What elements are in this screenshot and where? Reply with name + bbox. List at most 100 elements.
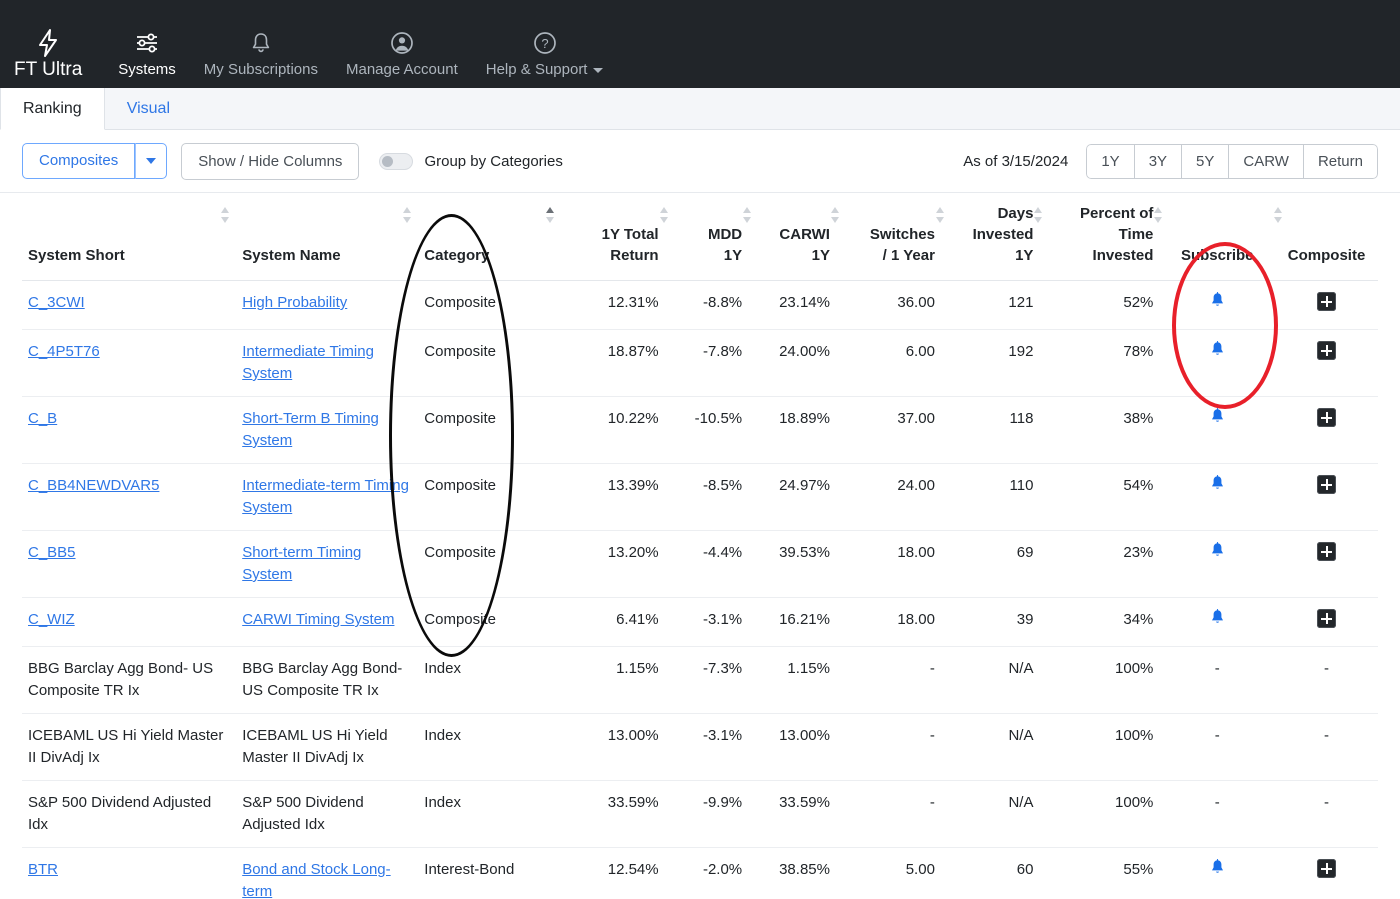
composites-button[interactable]: Composites [22,143,136,179]
cell-system-short[interactable]: C_4P5T76 [22,329,237,397]
cell-days-invested: 60 [1016,861,1034,878]
subscribe-bell-icon[interactable] [1210,408,1225,428]
cell-composite[interactable] [1275,848,1378,899]
cell-composite[interactable] [1275,530,1378,598]
cell-mdd-1y: -3.1% [664,597,749,647]
cell-system-name-link[interactable]: Short-term Timing System [242,544,361,583]
nav-item-manage-account[interactable]: Manage Account [332,6,472,80]
brand-logo[interactable]: FT Ultra [0,6,104,80]
add-to-composite-button[interactable] [1317,859,1337,878]
add-to-composite-button[interactable] [1317,341,1337,360]
group-by-categories-toggle[interactable] [379,152,414,170]
cell-category: Index [418,646,553,714]
cell-switches: 18.00 [835,530,941,598]
cell-system-name[interactable]: CARWI Timing System [236,597,419,647]
cell-subscribe[interactable] [1159,280,1276,330]
cell-system-name-link[interactable]: Intermediate-term Timing System [242,477,409,516]
cell-system-short[interactable]: C_3CWI [22,280,237,330]
cell-system-short[interactable]: BTR [22,848,236,899]
cell-system-name-link[interactable]: CARWI Timing System [242,611,394,628]
cell-system-name[interactable]: Bond and Stock Long-term [236,848,418,899]
period-button-carw[interactable]: CARW [1228,143,1303,179]
col-label-days-invested-1y: Days Invested 1Y [972,205,1034,264]
cell-system-short-link[interactable]: C_BB4NEWDVAR5 [28,477,159,494]
cell-system-short[interactable]: C_WIZ [22,597,237,647]
col-system-name[interactable]: System Name [236,193,419,281]
sort-indicator[interactable] [403,207,412,223]
sort-indicator[interactable] [221,207,230,223]
period-button-3y[interactable]: 3Y [1133,143,1182,179]
col-label-switches-per-year: Switches / 1 Year [869,226,935,264]
cell-system-short-link[interactable]: C_3CWI [28,294,85,311]
add-to-composite-button[interactable] [1317,609,1337,628]
add-to-composite-button[interactable] [1317,542,1337,561]
cell-system-name-link[interactable]: Intermediate Timing System [242,343,374,382]
cell-percent-time-invested: 100% [1039,780,1160,848]
cell-system-name[interactable]: Intermediate Timing System [236,329,419,397]
nav-item-my-subscriptions[interactable]: My Subscriptions [190,6,332,80]
col-category[interactable]: Category [418,193,553,281]
cell-system-name[interactable]: Short-term Timing System [236,530,419,598]
subscribe-bell-icon[interactable] [1210,292,1225,312]
col-system-short[interactable]: System Short [22,193,237,281]
cell-1y-total-return: 12.54% [607,861,659,878]
col-switches-per-year[interactable]: Switches / 1 Year [835,193,944,281]
cell-system-short-link[interactable]: C_WIZ [28,611,75,628]
period-button-return[interactable]: Return [1302,143,1378,179]
col-carwi-1y[interactable]: CARWI 1Y [748,193,839,281]
subscribe-bell-icon[interactable] [1210,475,1225,495]
composites-dropdown-group: Composites [22,143,168,179]
cell-system-name-link[interactable]: High Probability [242,294,347,311]
subscribe-bell-icon[interactable] [1210,859,1225,879]
cell-system-short-link[interactable]: C_BB5 [28,544,76,561]
subscribe-bell-icon[interactable] [1210,609,1225,629]
cell-percent-time-invested: 52% [1039,280,1160,330]
cell-subscribe[interactable] [1159,463,1276,531]
cell-percent-time-invested: 100% [1039,646,1160,714]
nav-item-systems[interactable]: Systems [104,6,190,80]
cell-subscribe[interactable] [1159,848,1275,899]
tab-ranking-label: Ranking [23,99,82,117]
composites-dropdown-toggle[interactable] [135,143,168,179]
cell-system-short[interactable]: C_BB5 [22,530,237,598]
add-to-composite-button[interactable] [1317,292,1337,311]
cell-system-name[interactable]: High Probability [236,280,419,330]
col-mdd-1y[interactable]: MDD 1Y [664,193,752,281]
period-button-1y[interactable]: 1Y [1086,143,1134,179]
col-days-invested-1y[interactable]: Days Invested 1Y [940,193,1043,281]
cell-composite[interactable] [1275,463,1378,531]
add-to-composite-button[interactable] [1317,475,1337,494]
cell-system-name-link[interactable]: Short-Term B Timing System [242,410,379,449]
cell-system-name[interactable]: Short-Term B Timing System [236,396,419,464]
subscribe-bell-icon[interactable] [1210,341,1225,361]
cell-system-name[interactable]: Intermediate-term Timing System [236,463,419,531]
cell-system-short[interactable]: C_B [22,396,237,464]
col-percent-of-time-invested[interactable]: Percent of Time Invested [1039,193,1163,281]
period-button-5y[interactable]: 5Y [1181,143,1229,179]
show-hide-columns-button[interactable]: Show / Hide Columns [181,142,360,180]
period-button-group: 1Y 3Y 5Y CARW Return [1086,143,1378,179]
sort-indicator-active[interactable] [546,207,555,223]
add-to-composite-button[interactable] [1317,408,1337,427]
col-composite[interactable]: Composite [1275,193,1378,281]
cell-subscribe[interactable] [1159,530,1276,598]
cell-composite[interactable] [1275,597,1378,647]
cell-subscribe[interactable] [1159,329,1276,397]
cell-system-short-link[interactable]: BTR [28,861,58,878]
tab-ranking[interactable]: Ranking [0,88,105,130]
col-subscribe[interactable]: Subscribe [1159,193,1283,281]
cell-subscribe[interactable] [1159,597,1276,647]
cell-composite[interactable] [1275,280,1378,330]
subscribe-bell-icon[interactable] [1210,542,1225,562]
cell-system-short-link[interactable]: C_B [28,410,57,427]
cell-percent-time-invested: 55% [1123,861,1154,878]
nav-item-help-support[interactable]: ? Help & Support [472,6,618,80]
cell-system-short-link[interactable]: C_4P5T76 [28,343,100,360]
cell-composite[interactable] [1275,396,1378,464]
cell-composite[interactable] [1275,329,1378,397]
tab-visual[interactable]: Visual [105,88,193,129]
cell-system-name-link[interactable]: Bond and Stock Long-term [242,861,390,899]
col-1y-total-return[interactable]: 1Y Total Return [546,193,668,281]
cell-system-short[interactable]: C_BB4NEWDVAR5 [22,463,237,531]
cell-subscribe[interactable] [1159,396,1276,464]
